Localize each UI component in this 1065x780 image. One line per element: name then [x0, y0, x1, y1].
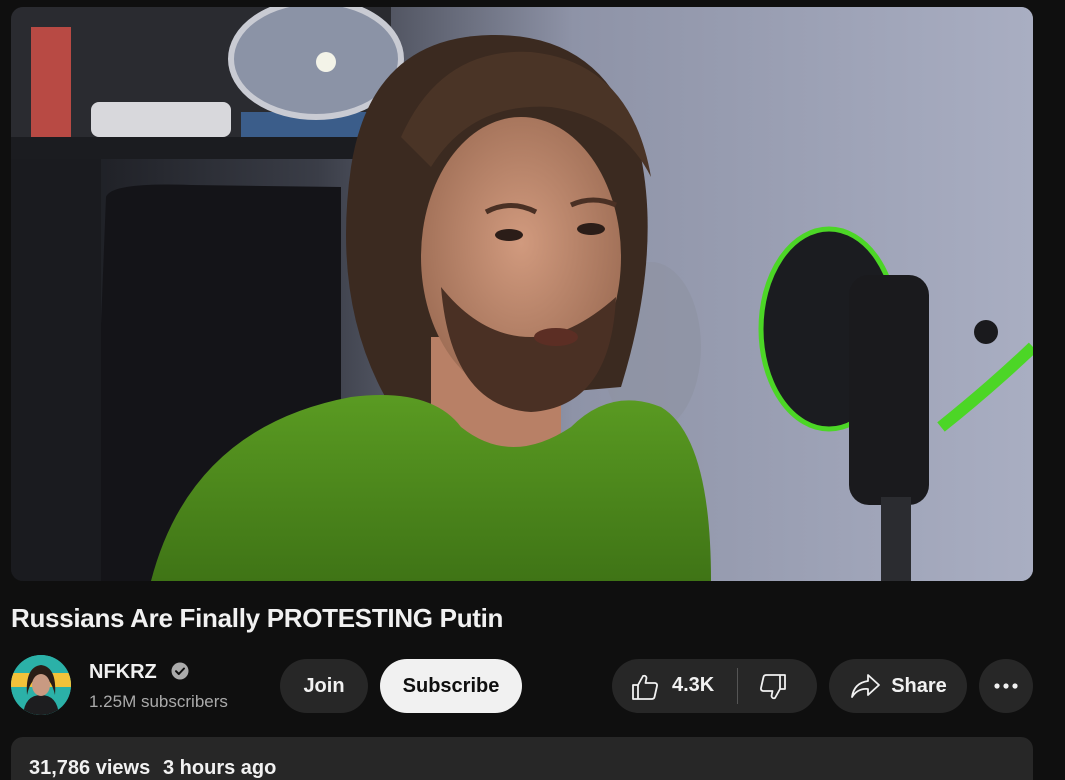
like-count: 4.3K [672, 674, 715, 696]
avatar-image [11, 655, 71, 715]
channel-avatar[interactable] [11, 655, 71, 715]
video-player[interactable] [11, 7, 1033, 581]
video-frame [11, 7, 1033, 581]
description-box[interactable]: 31,786 views 3 hours ago [11, 737, 1033, 780]
channel-name[interactable]: NFKRZ [89, 661, 157, 684]
subscribe-button[interactable]: Subscribe [380, 659, 522, 713]
like-dislike-group: 4.3K [612, 659, 817, 713]
thumbs-up-icon [632, 674, 658, 700]
share-button[interactable]: Share [829, 659, 967, 713]
thumbs-down-icon [760, 674, 786, 700]
verified-check-icon [171, 662, 189, 680]
join-button[interactable]: Join [280, 659, 368, 713]
more-actions-button[interactable] [979, 659, 1033, 713]
right-edge [1045, 0, 1065, 780]
dislike-button[interactable] [738, 659, 817, 713]
more-horizontal-icon [994, 683, 1018, 689]
top-strip [0, 0, 1065, 6]
like-button[interactable]: 4.3K [612, 659, 738, 713]
share-label: Share [891, 674, 947, 697]
upload-time: 3 hours ago [163, 757, 277, 779]
watch-page: Russians Are Finally PROTESTING Putin NF… [0, 0, 1065, 780]
video-title: Russians Are Finally PROTESTING Putin [11, 603, 504, 633]
view-count: 31,786 views [29, 757, 151, 779]
subscriber-count: 1.25M subscribers [89, 692, 228, 711]
share-arrow-icon [851, 674, 881, 698]
